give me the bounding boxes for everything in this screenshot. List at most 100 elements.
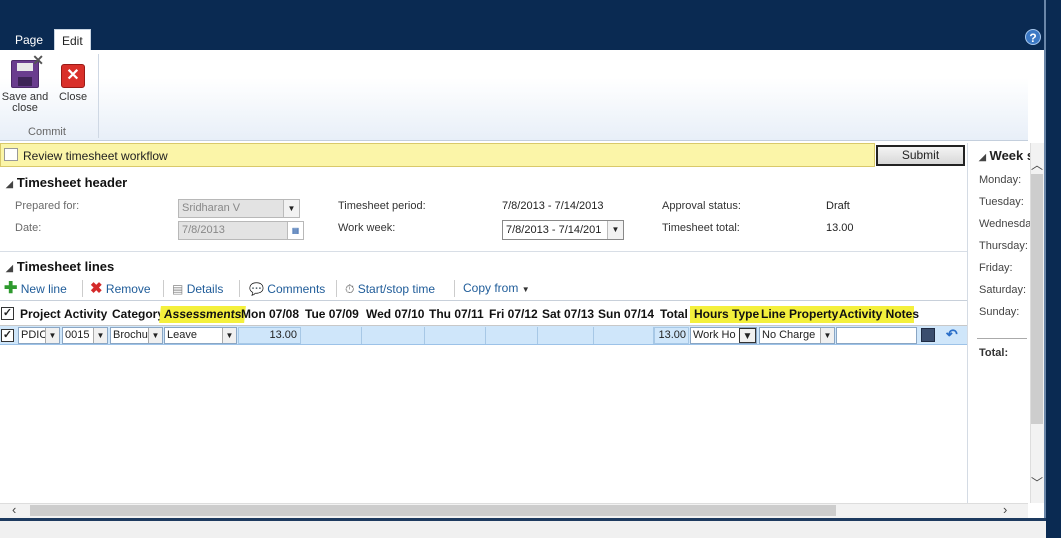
work-week-select[interactable]: 7/8/2013 - 7/14/201 ▼ (502, 220, 624, 240)
approval-status-value: Draft (826, 200, 850, 212)
start-stop-time-button[interactable]: ⏱ Start/stop time (345, 282, 435, 296)
details-button[interactable]: ▤ Details (172, 282, 223, 296)
timesheet-header-title[interactable]: ◢ Timesheet header (6, 175, 127, 190)
ribbon (0, 50, 1028, 141)
col-assessments[interactable]: Assessments (159, 306, 247, 323)
chevron-down-icon[interactable]: ▼ (93, 328, 107, 343)
timesheet-lines-title[interactable]: ◢ Timesheet lines (6, 259, 114, 274)
line-property-select[interactable]: No Charge ▼ (759, 327, 835, 344)
prepared-for-label: Prepared for: (15, 200, 80, 212)
line-property-value: No Charge (762, 329, 816, 341)
comments-button[interactable]: 💬 Comments (249, 282, 325, 296)
week-summary-title[interactable]: ◢ Week s (979, 148, 1034, 163)
new-line-button[interactable]: ✚ New line (4, 280, 67, 297)
chevron-down-icon[interactable]: ▼ (222, 328, 236, 343)
details-icon: ▤ (172, 282, 184, 296)
approval-status-label: Approval status: (662, 200, 741, 212)
col-project[interactable]: Project (20, 307, 61, 322)
col-tue[interactable]: Tue 07/09 (305, 307, 359, 322)
hours-type-value: Work Ho (693, 329, 736, 341)
chevron-down-icon[interactable]: ▼ (607, 221, 623, 239)
col-hours-type[interactable]: Hours Type (694, 307, 759, 322)
vertical-scroll-thumb[interactable] (1031, 174, 1043, 424)
date-field: 7/8/2013 ▦ (178, 221, 304, 240)
toolbar-separator (239, 280, 240, 297)
col-sun[interactable]: Sun 07/14 (598, 307, 654, 322)
scroll-right-icon[interactable]: › (1003, 502, 1007, 517)
select-all-checkbox[interactable]: ✓ (1, 307, 14, 320)
col-mon[interactable]: Mon 07/08 (241, 307, 299, 322)
collapse-triangle-icon: ◢ (979, 152, 986, 162)
chevron-down-icon[interactable]: ▼ (739, 328, 756, 343)
details-label: Details (186, 282, 224, 296)
remove-button[interactable]: ✖ Remove (90, 281, 151, 296)
chevron-down-icon: ▼ (283, 200, 299, 217)
remove-label: Remove (105, 282, 151, 296)
scroll-up-icon[interactable]: ︿ (1031, 156, 1043, 173)
workflow-text[interactable]: Review timesheet workflow (23, 149, 168, 163)
project-select[interactable]: PDIC ▼ (18, 327, 60, 344)
col-line-property[interactable]: Line Property (761, 307, 838, 322)
calendar-icon[interactable]: ▦ (287, 222, 303, 239)
wed-hours-field[interactable] (362, 327, 425, 344)
total-divider (977, 338, 1027, 339)
save-row-icon[interactable] (921, 328, 935, 342)
save-and-close-button[interactable]: ✕ Save and close (0, 53, 50, 114)
col-activity-notes[interactable]: Activity Notes (839, 307, 919, 322)
submit-button[interactable]: Submit (876, 145, 965, 166)
work-week-value: 7/8/2013 - 7/14/201 (506, 224, 602, 236)
activity-select[interactable]: 0015 ▼ (62, 327, 108, 344)
plus-icon: ✚ (4, 280, 18, 297)
ribbon-separator (98, 54, 99, 138)
scroll-left-icon[interactable]: ‹ (12, 502, 16, 517)
week-total-label: Total: (979, 347, 1009, 359)
col-total[interactable]: Total (660, 307, 688, 322)
save-label-line2: close (12, 102, 38, 114)
assessments-select[interactable]: Leave ▼ (164, 327, 237, 344)
chevron-down-icon[interactable]: ▼ (45, 328, 59, 343)
activity-notes-field[interactable] (836, 327, 917, 344)
category-select[interactable]: Brochu ▼ (110, 327, 163, 344)
col-wed[interactable]: Wed 07/10 (366, 307, 424, 322)
week-day-sunday: Sunday: (979, 306, 1020, 318)
sun-hours-field[interactable] (594, 327, 654, 344)
col-activity[interactable]: Activity (64, 307, 107, 322)
close-button[interactable]: ✕ Close (56, 60, 90, 103)
toolbar-divider (0, 300, 967, 301)
chevron-down-icon[interactable]: ▼ (148, 328, 162, 343)
timesheet-total-label: Timesheet total: (662, 222, 740, 234)
section-divider (0, 251, 967, 252)
thu-hours-field[interactable] (425, 327, 486, 344)
collapse-triangle-icon: ◢ (6, 263, 13, 273)
tab-page[interactable]: Page (8, 29, 50, 51)
window-frame-right (1046, 0, 1061, 538)
help-icon[interactable]: ? (1025, 29, 1041, 45)
col-fri[interactable]: Fri 07/12 (489, 307, 538, 322)
week-day-thursday: Thursday: (979, 240, 1028, 252)
fri-hours-field[interactable] (486, 327, 538, 344)
hours-type-select[interactable]: Work Ho ▼ (690, 327, 757, 344)
row-checkbox[interactable]: ✓ (1, 329, 14, 342)
undo-icon[interactable]: ↶ (946, 326, 958, 343)
category-value: Brochu (113, 329, 148, 341)
scroll-down-icon[interactable]: ﹀ (1031, 474, 1043, 491)
horizontal-scroll-thumb[interactable] (30, 505, 836, 516)
tue-hours-field[interactable] (301, 327, 362, 344)
copy-from-button[interactable]: Copy from ▼ (463, 281, 530, 295)
section-label: Timesheet lines (16, 259, 115, 274)
comment-bubble-icon: 💬 (249, 282, 264, 296)
tab-edit[interactable]: Edit (54, 29, 91, 51)
work-week-label: Work week: (338, 222, 396, 234)
toolbar-separator (336, 280, 337, 297)
mon-hours-field[interactable]: 13.00 (238, 327, 301, 344)
col-thu[interactable]: Thu 07/11 (429, 307, 484, 322)
section-label: Timesheet header (16, 175, 128, 190)
col-sat[interactable]: Sat 07/13 (542, 307, 594, 322)
sat-hours-field[interactable] (538, 327, 594, 344)
collapse-triangle-icon: ◢ (6, 179, 13, 189)
project-value: PDIC (21, 329, 48, 341)
chevron-down-icon[interactable]: ▼ (820, 328, 834, 343)
timesheet-total-value: 13.00 (826, 222, 854, 234)
period-value: 7/8/2013 - 7/14/2013 (502, 200, 604, 212)
col-category[interactable]: Category (112, 307, 164, 322)
